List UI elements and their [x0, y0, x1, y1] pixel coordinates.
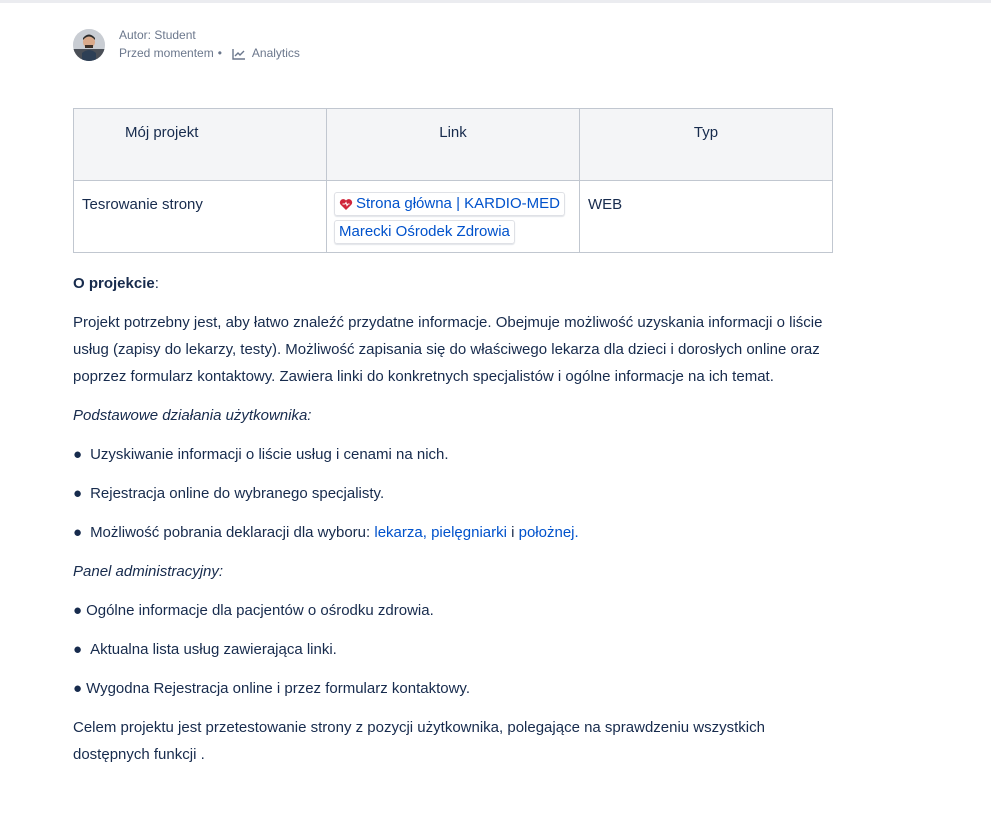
link-chip-label: Strona główna | KARDIO-MED	[356, 195, 560, 212]
project-name: Tesrowanie strony	[82, 196, 203, 213]
author-label: Autor: Student	[119, 28, 196, 42]
bullet-icon: ●	[73, 602, 83, 619]
intro-paragraph: Projekt potrzebny jest, aby łatwo znaleź…	[73, 314, 823, 385]
declaration-separator: ,	[422, 524, 432, 541]
table-header-cell: Link	[326, 108, 580, 181]
list-item: ● Możliwość pobrania deklaracji dla wybor…	[73, 519, 833, 546]
declaration-end: .	[574, 524, 579, 541]
list-item-text: Wygodna Rejestracja online i przez formu…	[86, 680, 470, 697]
admin-panel-title: Panel administracyjny:	[73, 563, 224, 580]
bullet-icon: ●	[73, 524, 83, 541]
about-heading: O projekcie:	[73, 270, 833, 297]
analytics-label: Analytics	[251, 46, 300, 60]
about-heading-colon: :	[154, 275, 159, 292]
list-item-text: Możliwość pobrania deklaracji dla wyboru…	[90, 519, 579, 546]
declaration-prefix: Możliwość pobrania deklaracji dla wyboru…	[90, 524, 375, 541]
list-item: ● Ogólne informacje dla pacjentów o ośrod…	[73, 597, 833, 624]
page-content: O projekcie: Projekt potrzebny jest, aby…	[73, 270, 833, 768]
goal-paragraph: Celem projektu jest przetestowanie stron…	[73, 719, 765, 763]
list-item-text: Uzyskiwanie informacji o liście usług i …	[90, 446, 449, 463]
about-heading-text: O projekcie	[73, 275, 155, 292]
link-doctor[interactable]: lekarza	[374, 524, 422, 541]
top-divider	[0, 0, 991, 3]
avatar[interactable]	[73, 29, 105, 61]
table-header-row: Mój projekt Link Typ	[73, 108, 833, 181]
link-chip-kardio-med[interactable]: Strona główna | KARDIO-MED	[334, 192, 565, 216]
header-link: Link	[439, 124, 467, 141]
heart-favicon-icon	[339, 198, 353, 210]
list-item-text: Ogólne informacje dla pacjentów o ośrodk…	[86, 602, 434, 619]
bullet-icon: ●	[73, 446, 83, 463]
link-chip-marecki[interactable]: Marecki Ośrodek Zdrowia	[334, 220, 515, 244]
project-table: Mój projekt Link Typ Tesrowanie strony S…	[73, 108, 833, 253]
link-midwife[interactable]: położnej	[519, 524, 575, 541]
table-header-cell: Mój projekt	[73, 108, 327, 181]
separator-dot: •	[217, 46, 222, 60]
list-item: ● Aktualna lista usług zawierająca linki.	[73, 636, 833, 663]
bullet-icon: ●	[73, 680, 83, 697]
list-item-text: Aktualna lista usług zawierająca linki.	[90, 641, 337, 658]
list-item: ● Rejestracja online do wybranego specjal…	[73, 480, 833, 507]
analytics-link[interactable]: Analytics	[232, 45, 300, 62]
table-cell: Tesrowanie strony	[73, 180, 327, 253]
line-chart-icon	[232, 48, 245, 60]
bullet-icon: ●	[73, 485, 83, 502]
link-chip-label: Marecki Ośrodek Zdrowia	[339, 223, 510, 240]
link-nurse[interactable]: pielęgniarki	[431, 524, 507, 541]
bullet-icon: ●	[73, 641, 83, 658]
table-row: Tesrowanie strony Strona główna | KARDIO…	[73, 180, 833, 253]
header-my-project: Mój projekt	[125, 124, 199, 141]
list-item: ● Wygodna Rejestracja online i przez form…	[73, 675, 833, 702]
table-cell: WEB	[579, 180, 833, 253]
table-header-cell: Typ	[579, 108, 833, 181]
project-type: WEB	[588, 196, 623, 213]
list-item: ● Uzyskiwanie informacji o liście usług i…	[73, 441, 833, 468]
timestamp: Przed momentem	[119, 46, 214, 60]
list-item-text: Rejestracja online do wybranego specjali…	[90, 485, 385, 502]
table-cell: Strona główna | KARDIO-MED Marecki Ośrod…	[326, 180, 580, 253]
declaration-separator: i	[506, 524, 519, 541]
user-actions-title: Podstawowe działania użytkownika:	[73, 407, 312, 424]
header-type: Typ	[693, 124, 719, 141]
